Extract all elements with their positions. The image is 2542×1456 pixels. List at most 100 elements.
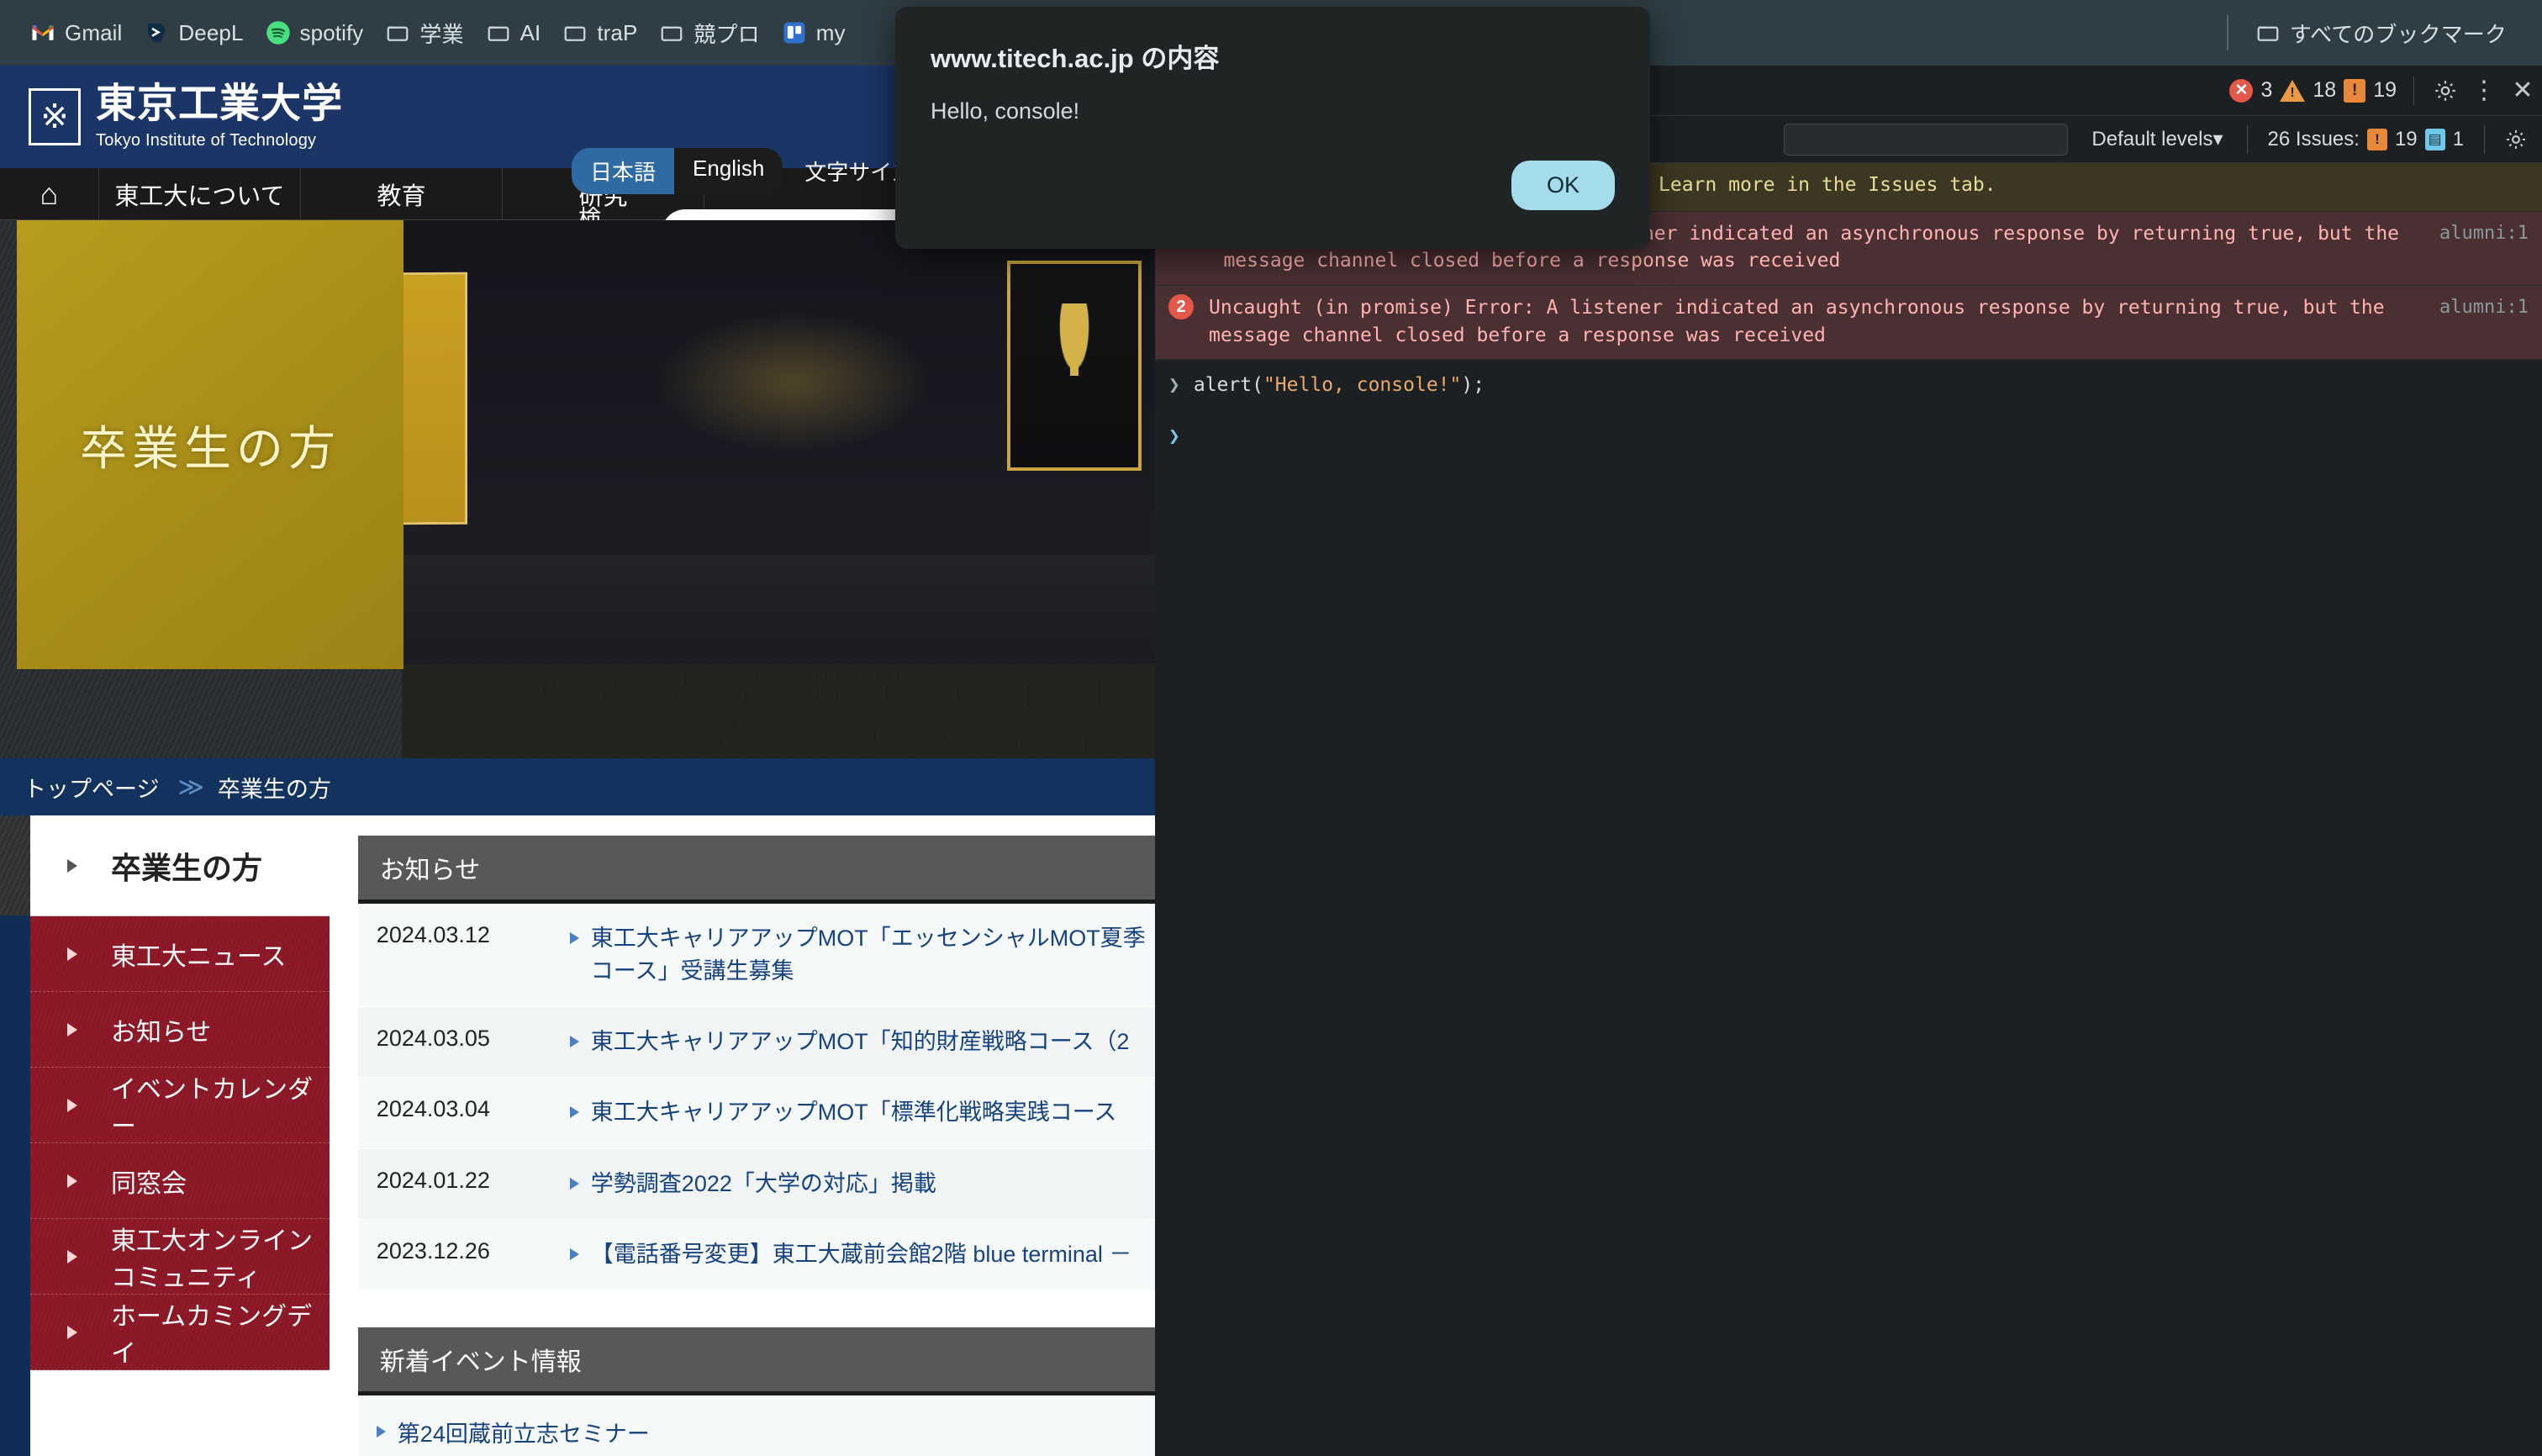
caret-right-icon	[569, 1177, 579, 1190]
news-row[interactable]: 2023.12.26 【電話番号変更】東工大蔵前会館2階 blue termin…	[357, 1219, 1155, 1290]
console-message-source[interactable]: alumni:1	[2439, 294, 2529, 320]
issues-label: 26 Issues:	[2267, 127, 2360, 150]
news-row[interactable]: 2024.03.05 東工大キャリアアップMOT「知的財産戦略コース（2	[357, 1007, 1155, 1079]
log-levels-dropdown[interactable]: Default levels▾	[2080, 127, 2234, 151]
event-row[interactable]: 第24回蔵前立志セミナー	[357, 1395, 1155, 1456]
caret-right-icon	[67, 1249, 77, 1263]
bookmark-label: 学業	[419, 21, 464, 47]
bookmark-spotify[interactable]: spotify	[257, 15, 377, 51]
news-link[interactable]: 学勢調査2022「大学の対応」掲載	[569, 1168, 936, 1200]
caret-right-icon	[569, 1036, 579, 1048]
dialog-title: www.titech.ac.jp の内容	[931, 44, 1220, 73]
events-panel-title: 新着イベント情報	[357, 1327, 1155, 1395]
sidebar-item-online-community[interactable]: 東工大オンラインコミュニティ	[30, 1219, 330, 1295]
breadcrumb-home[interactable]: トップページ	[24, 771, 159, 804]
language-toggle[interactable]: 日本語 English	[572, 148, 783, 194]
news-row[interactable]: 2024.03.12 東工大キャリアアップMOT「エッセンシャルMOT夏季コース…	[357, 904, 1155, 1008]
news-row[interactable]: 2024.03.04 東工大キャリアアップMOT「標準化戦略実践コース	[357, 1078, 1155, 1149]
logo-name-ja: 東京工業大学	[96, 82, 344, 127]
news-link[interactable]: 東工大キャリアアップMOT「知的財産戦略コース（2	[569, 1026, 1129, 1058]
caret-right-icon	[569, 932, 579, 944]
bookmark-deepl[interactable]: DeepL	[135, 15, 256, 51]
bookmark-gmail[interactable]: Gmail	[22, 15, 135, 51]
issues-summary[interactable]: 26 Issues: ! 19 ▤ 1	[2260, 128, 2472, 151]
bookmark-label: DeepL	[178, 19, 244, 45]
gear-icon[interactable]	[2426, 71, 2465, 110]
bookmark-trello-my[interactable]: my	[773, 15, 859, 51]
news-date: 2024.01.22	[376, 1167, 490, 1193]
bookmark-folder-trap[interactable]: traP	[554, 15, 651, 51]
sidebar-item-alumni-association[interactable]: 同窓会	[30, 1143, 330, 1219]
console-message-source[interactable]: alumni:1	[2439, 220, 2529, 246]
console-message-error[interactable]: 2 Uncaught (in promise) Error: A listene…	[1155, 286, 2542, 361]
sidebar-item-event-calendar[interactable]: イベントカレンダー	[30, 1068, 330, 1143]
gmail-icon	[30, 20, 55, 45]
news-link[interactable]: 東工大キャリアアップMOT「エッセンシャルMOT夏季コース」受講生募集	[569, 922, 1147, 988]
sidebar-item-news[interactable]: 東工大ニュース	[30, 916, 330, 992]
news-title: 学勢調査2022「大学の対応」掲載	[590, 1170, 936, 1196]
sidebar-item-label: イベントカレンダー	[111, 1075, 313, 1141]
filter-divider	[2246, 124, 2248, 154]
all-bookmarks-button[interactable]: すべてのブックマーク	[2247, 13, 2520, 54]
news-panel-title: お知らせ	[357, 836, 1155, 904]
news-date: 2023.12.26	[376, 1237, 490, 1263]
command-prefix: alert(	[1193, 374, 1263, 397]
news-link[interactable]: 【電話番号変更】東工大蔵前会館2階 blue terminal －	[569, 1238, 1131, 1271]
console-output[interactable]: ▶ 18 Third-party cookie will be blocked.…	[1155, 163, 2542, 1456]
bookmark-folder-kyopro[interactable]: 競プロ	[651, 13, 773, 54]
bookmark-label: spotify	[299, 19, 364, 45]
sidebar-item-label: ホームカミングデイ	[111, 1302, 313, 1368]
bookmark-folder-ai[interactable]: AI	[477, 15, 555, 51]
bookmark-label: AI	[519, 19, 541, 45]
console-filter-input[interactable]	[1784, 123, 2069, 156]
caret-right-icon	[67, 947, 77, 961]
titech-crest-icon: ※	[29, 87, 81, 145]
sidebar-item-current[interactable]: 卒業生の方	[0, 815, 330, 916]
tabbar-divider	[2413, 76, 2414, 105]
chevron-down-icon: ▾	[2212, 128, 2223, 150]
sidebar-item-notices[interactable]: お知らせ	[30, 992, 330, 1068]
news-list: 2024.03.12 東工大キャリアアップMOT「エッセンシャルMOT夏季コース…	[357, 904, 1155, 1290]
web-page-content: ※ 東京工業大学 Tokyo Institute of Technology 日…	[0, 66, 1155, 1456]
warning-icon	[2280, 79, 2306, 102]
hero-banner: 卒業生の方	[0, 220, 1155, 758]
close-icon[interactable]: ✕	[2503, 71, 2542, 110]
hero-stage	[402, 555, 1155, 669]
filter-divider-2	[2484, 124, 2485, 154]
hero-crowd	[402, 664, 1155, 758]
folder-icon	[2255, 20, 2281, 45]
events-panel: 新着イベント情報 第24回蔵前立志セミナー	[357, 1327, 1155, 1456]
event-title[interactable]: 第24回蔵前立志セミナー	[398, 1416, 650, 1448]
nav-home-button[interactable]: ⌂	[0, 168, 99, 219]
console-executed-command[interactable]: ❯ alert("Hello, console!");	[1155, 360, 2542, 411]
sidebar-item-homecoming-day[interactable]: ホームカミングデイ	[30, 1295, 330, 1370]
bookmark-label: traP	[597, 19, 638, 45]
issues-orange-count: 19	[2394, 127, 2418, 150]
hero-caption: 卒業生の方	[80, 423, 340, 476]
nav-item-education[interactable]: 教育	[301, 168, 503, 219]
lang-button-en[interactable]: English	[674, 148, 783, 194]
folder-icon	[486, 20, 511, 45]
logo-name-en: Tokyo Institute of Technology	[96, 130, 317, 150]
dialog-ok-button[interactable]: OK	[1511, 161, 1615, 210]
command-suffix: );	[1461, 374, 1485, 397]
issue-counters[interactable]: ✕ 3 18 ! 19	[2229, 78, 2402, 103]
bookmark-folder-gakugyo[interactable]: 学業	[377, 13, 477, 54]
error-count: 3	[2260, 78, 2273, 102]
lang-button-ja[interactable]: 日本語	[572, 148, 675, 194]
log-levels-label: Default levels	[2091, 128, 2213, 150]
caret-right-icon	[569, 1248, 579, 1260]
news-row[interactable]: 2024.01.22 学勢調査2022「大学の対応」掲載	[357, 1148, 1155, 1220]
prompt-arrow-icon: ❯	[1168, 374, 1180, 397]
main-column: お知らせ 2024.03.12 東工大キャリアアップMOT「エッセンシャルMOT…	[330, 815, 1155, 1456]
news-panel: お知らせ 2024.03.12 東工大キャリアアップMOT「エッセンシャルMOT…	[357, 836, 1155, 1290]
news-date: 2024.03.05	[376, 1026, 490, 1052]
javascript-alert-dialog: www.titech.ac.jp の内容 Hello, console! OK	[895, 7, 1650, 249]
nav-item-about[interactable]: 東工大について	[99, 168, 301, 219]
more-vertical-icon[interactable]: ⋮	[2465, 71, 2503, 110]
news-link[interactable]: 東工大キャリアアップMOT「標準化戦略実践コース	[569, 1096, 1116, 1129]
console-settings-gear-icon[interactable]	[2497, 120, 2535, 159]
site-logo[interactable]: ※ 東京工業大学 Tokyo Institute of Technology	[29, 82, 344, 150]
trello-icon	[782, 20, 807, 45]
console-prompt[interactable]: ❯	[1155, 411, 2542, 462]
